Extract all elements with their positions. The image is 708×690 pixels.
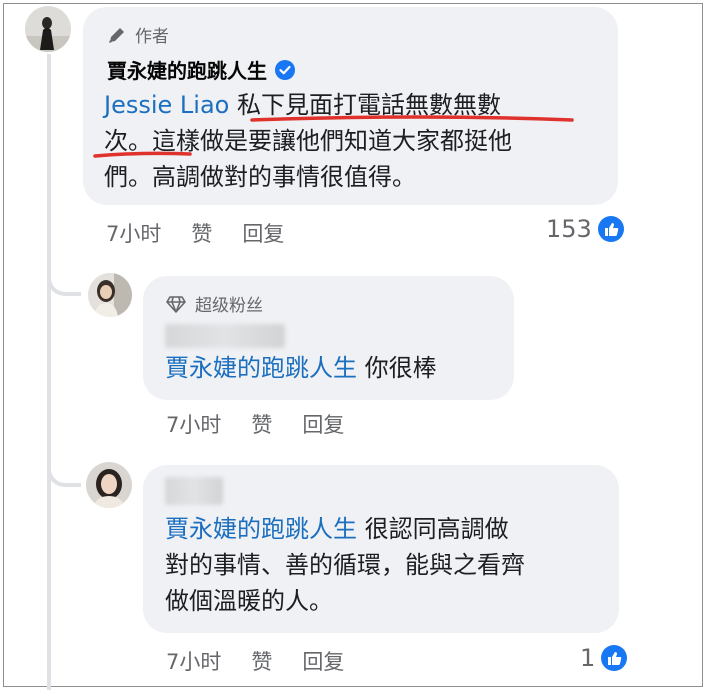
red-underline-annotation — [93, 115, 574, 158]
thread-line — [47, 54, 51, 690]
like-icon — [601, 645, 628, 671]
pen-icon — [107, 25, 127, 45]
comment-author[interactable]: 賈永婕的跑跳人生 — [107, 55, 295, 84]
author-badge: 作者 — [107, 22, 169, 47]
reply-actions: 7小时 赞 回复 — [166, 409, 374, 439]
reply-bubble: 賈永婕的跑跳人生 很認同高調做 對的事情、善的循環，能與之看齊 做個溫暖的人。 — [143, 465, 619, 633]
reply-text: 賈永婕的跑跳人生 很認同高調做 對的事情、善的循環，能與之看齊 做個溫暖的人。 — [165, 515, 525, 615]
avatar[interactable] — [88, 273, 132, 317]
comment-bubble: 作者 賈永婕的跑跳人生 Jessie Liao 私下見面打電話無數無數 次。這樣… — [83, 7, 618, 205]
mention-link[interactable]: 賈永婕的跑跳人生 — [165, 354, 357, 382]
mention-link[interactable]: 賈永婕的跑跳人生 — [165, 515, 357, 543]
reaction-count: 1 — [580, 644, 596, 672]
fan-badge-label: 超级粉丝 — [195, 296, 263, 316]
fan-badge: 超级粉丝 — [165, 291, 263, 316]
reaction-count: 153 — [546, 215, 592, 243]
like-button[interactable]: 赞 — [251, 646, 272, 676]
like-button[interactable]: 赞 — [251, 409, 272, 439]
author-badge-label: 作者 — [135, 27, 169, 47]
like-button[interactable]: 赞 — [191, 218, 212, 248]
diamond-icon — [165, 294, 187, 314]
reply-button[interactable]: 回复 — [242, 218, 284, 248]
blurred-author-name[interactable] — [165, 477, 223, 505]
verified-icon — [275, 59, 295, 80]
like-icon — [597, 216, 624, 242]
comment-actions: 7小时 赞 回复 — [106, 218, 314, 248]
reaction-summary[interactable]: 1 — [580, 644, 628, 672]
reply-actions: 7小时 赞 回复 — [166, 646, 374, 676]
reply-text: 賈永婕的跑跳人生 你很棒 — [165, 354, 437, 382]
reply-button[interactable]: 回复 — [302, 409, 344, 439]
blurred-author-name[interactable] — [165, 324, 285, 348]
comment-time[interactable]: 7小时 — [166, 646, 221, 676]
reply-button[interactable]: 回复 — [302, 646, 344, 676]
author-name[interactable]: 賈永婕的跑跳人生 — [107, 55, 267, 84]
avatar[interactable] — [25, 6, 71, 52]
comment-time[interactable]: 7小时 — [166, 409, 221, 439]
reaction-summary[interactable]: 153 — [546, 215, 624, 243]
avatar[interactable] — [86, 462, 132, 508]
reply-bubble: 超级粉丝 賈永婕的跑跳人生 你很棒 — [143, 276, 514, 400]
comment-time[interactable]: 7小时 — [106, 218, 161, 248]
